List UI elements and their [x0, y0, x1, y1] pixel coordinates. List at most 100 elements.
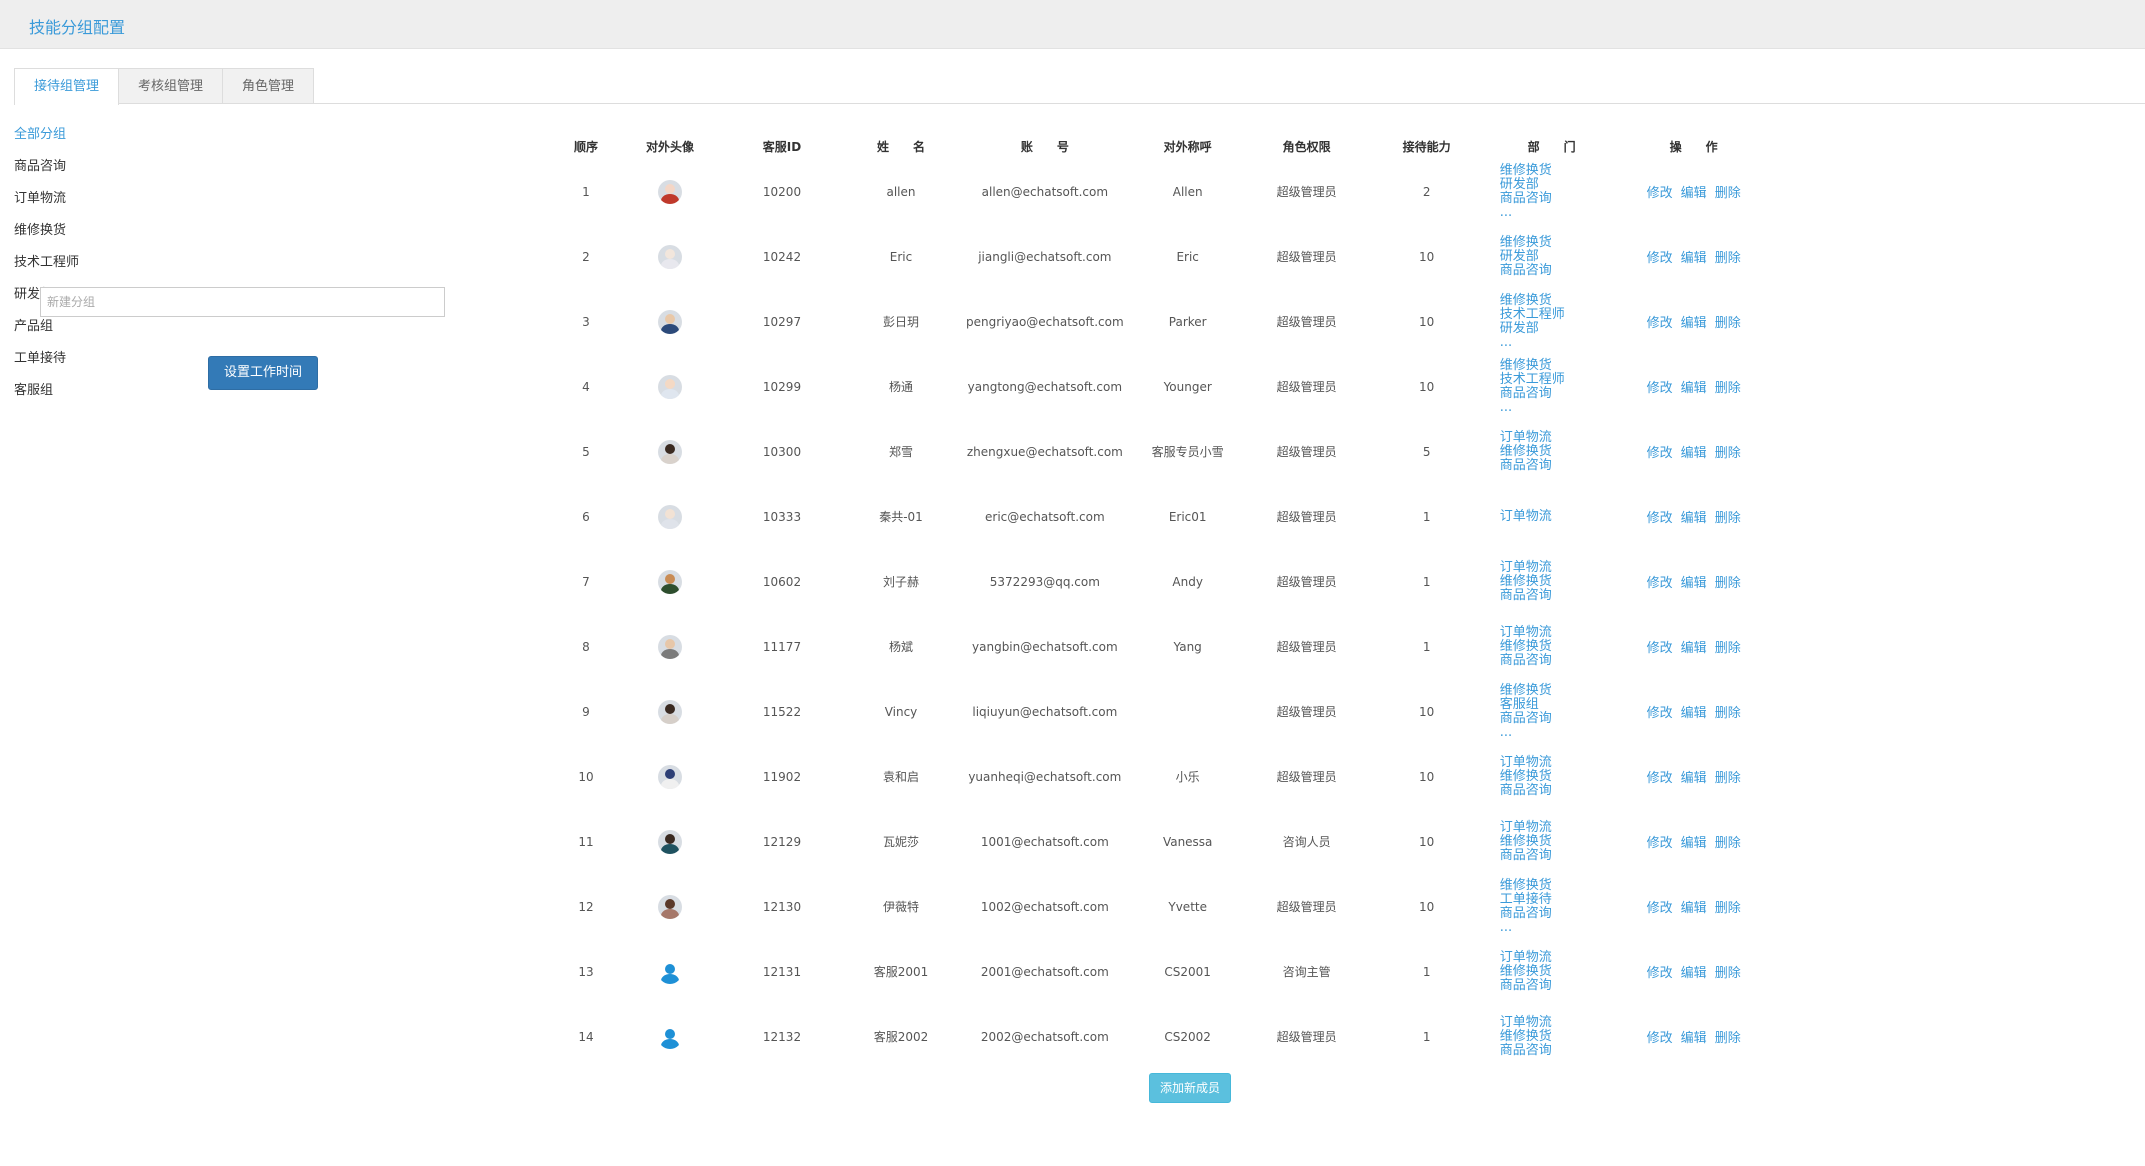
- dept-link[interactable]: 工单接待: [1500, 892, 1612, 907]
- modify-link[interactable]: 修改: [1647, 641, 1673, 656]
- dept-link[interactable]: 商品咨询: [1500, 263, 1612, 278]
- dept-link[interactable]: 客服组: [1500, 697, 1612, 712]
- edit-link[interactable]: 编辑: [1681, 901, 1707, 916]
- edit-link[interactable]: 编辑: [1681, 706, 1707, 721]
- delete-link[interactable]: 删除: [1715, 901, 1741, 916]
- edit-link[interactable]: 编辑: [1681, 316, 1707, 331]
- dept-link[interactable]: 技术工程师: [1500, 372, 1612, 387]
- modify-link[interactable]: 修改: [1647, 381, 1673, 396]
- dept-link[interactable]: 维修换货: [1500, 834, 1612, 849]
- edit-link[interactable]: 编辑: [1681, 836, 1707, 851]
- modify-link[interactable]: 修改: [1647, 316, 1673, 331]
- delete-link[interactable]: 删除: [1715, 511, 1741, 526]
- edit-link[interactable]: 编辑: [1681, 641, 1707, 656]
- delete-link[interactable]: 删除: [1715, 251, 1741, 266]
- delete-link[interactable]: 删除: [1715, 316, 1741, 331]
- dept-link[interactable]: 维修换货: [1500, 235, 1612, 250]
- dept-link[interactable]: 商品咨询: [1500, 653, 1612, 668]
- col-role: 角色权限: [1282, 139, 1331, 154]
- delete-link[interactable]: 删除: [1715, 706, 1741, 721]
- dept-link[interactable]: 维修换货: [1500, 964, 1612, 979]
- dept-link[interactable]: 维修换货: [1500, 769, 1612, 784]
- dept-link[interactable]: 商品咨询: [1500, 458, 1612, 473]
- dept-link[interactable]: 维修换货: [1500, 293, 1612, 308]
- delete-link[interactable]: 删除: [1715, 576, 1741, 591]
- modify-link[interactable]: 修改: [1647, 251, 1673, 266]
- sidebar-group-item[interactable]: 商品咨询: [14, 153, 474, 185]
- modify-link[interactable]: 修改: [1647, 966, 1673, 981]
- modify-link[interactable]: 修改: [1647, 836, 1673, 851]
- dept-link[interactable]: 技术工程师: [1500, 307, 1612, 322]
- sidebar-group-item[interactable]: 全部分组: [14, 121, 474, 153]
- dept-link[interactable]: 订单物流: [1500, 625, 1612, 640]
- dept-link[interactable]: 商品咨询: [1500, 191, 1612, 206]
- delete-link[interactable]: 删除: [1715, 966, 1741, 981]
- dept-link[interactable]: ...: [1500, 400, 1612, 415]
- tab-assessment-groups[interactable]: 考核组管理: [118, 68, 224, 104]
- dept-link[interactable]: 研发部: [1500, 249, 1612, 264]
- edit-link[interactable]: 编辑: [1681, 1031, 1707, 1046]
- edit-link[interactable]: 编辑: [1681, 446, 1707, 461]
- modify-link[interactable]: 修改: [1647, 186, 1673, 201]
- dept-link[interactable]: 商品咨询: [1500, 588, 1612, 603]
- tab-roles[interactable]: 角色管理: [222, 68, 315, 104]
- modify-link[interactable]: 修改: [1647, 576, 1673, 591]
- new-group-input[interactable]: [40, 287, 445, 317]
- dept-link[interactable]: 订单物流: [1500, 1015, 1612, 1030]
- edit-link[interactable]: 编辑: [1681, 381, 1707, 396]
- edit-link[interactable]: 编辑: [1681, 186, 1707, 201]
- edit-link[interactable]: 编辑: [1681, 966, 1707, 981]
- dept-link[interactable]: 订单物流: [1500, 430, 1612, 445]
- dept-link[interactable]: ...: [1500, 725, 1612, 740]
- dept-link[interactable]: 商品咨询: [1500, 848, 1612, 863]
- add-member-button[interactable]: 添加新成员: [1149, 1073, 1231, 1103]
- modify-link[interactable]: 修改: [1647, 901, 1673, 916]
- dept-link[interactable]: 商品咨询: [1500, 711, 1612, 726]
- delete-link[interactable]: 删除: [1715, 186, 1741, 201]
- tab-reception-groups[interactable]: 接待组管理: [14, 68, 120, 105]
- dept-link[interactable]: 研发部: [1500, 177, 1612, 192]
- delete-link[interactable]: 删除: [1715, 771, 1741, 786]
- dept-link[interactable]: 维修换货: [1500, 574, 1612, 589]
- dept-link[interactable]: 维修换货: [1500, 878, 1612, 893]
- edit-link[interactable]: 编辑: [1681, 511, 1707, 526]
- dept-link[interactable]: 研发部: [1500, 321, 1612, 336]
- dept-link[interactable]: 商品咨询: [1500, 1043, 1612, 1058]
- dept-link[interactable]: ...: [1500, 205, 1612, 220]
- sidebar-group-item[interactable]: 技术工程师: [14, 249, 474, 281]
- dept-link[interactable]: 订单物流: [1500, 820, 1612, 835]
- dept-link[interactable]: ...: [1500, 335, 1612, 350]
- modify-link[interactable]: 修改: [1647, 511, 1673, 526]
- dept-link[interactable]: 维修换货: [1500, 639, 1612, 654]
- dept-link[interactable]: 商品咨询: [1500, 783, 1612, 798]
- dept-link[interactable]: 订单物流: [1500, 560, 1612, 575]
- dept-link[interactable]: ...: [1500, 920, 1612, 935]
- dept-link[interactable]: 维修换货: [1500, 358, 1612, 373]
- dept-link[interactable]: 订单物流: [1500, 509, 1612, 524]
- dept-link[interactable]: 订单物流: [1500, 950, 1612, 965]
- modify-link[interactable]: 修改: [1647, 1031, 1673, 1046]
- dept-link[interactable]: 订单物流: [1500, 755, 1612, 770]
- modify-link[interactable]: 修改: [1647, 771, 1673, 786]
- dept-link[interactable]: 维修换货: [1500, 444, 1612, 459]
- modify-link[interactable]: 修改: [1647, 706, 1673, 721]
- sidebar-group-item[interactable]: 订单物流: [14, 185, 474, 217]
- dept-link[interactable]: 商品咨询: [1500, 906, 1612, 921]
- delete-link[interactable]: 删除: [1715, 381, 1741, 396]
- edit-link[interactable]: 编辑: [1681, 576, 1707, 591]
- delete-link[interactable]: 删除: [1715, 641, 1741, 656]
- dept-link[interactable]: 维修换货: [1500, 1029, 1612, 1044]
- sidebar-group-item[interactable]: 维修换货: [14, 217, 474, 249]
- edit-link[interactable]: 编辑: [1681, 251, 1707, 266]
- dept-link[interactable]: 维修换货: [1500, 683, 1612, 698]
- modify-link[interactable]: 修改: [1647, 446, 1673, 461]
- dept-link[interactable]: 维修换货: [1500, 163, 1612, 178]
- dept-link[interactable]: 商品咨询: [1500, 386, 1612, 401]
- delete-link[interactable]: 删除: [1715, 446, 1741, 461]
- edit-link[interactable]: 编辑: [1681, 771, 1707, 786]
- set-worktime-button[interactable]: 设置工作时间: [208, 356, 318, 390]
- dept-link[interactable]: 商品咨询: [1500, 978, 1612, 993]
- sidebar-group-item[interactable]: 产品组: [14, 313, 474, 345]
- delete-link[interactable]: 删除: [1715, 1031, 1741, 1046]
- delete-link[interactable]: 删除: [1715, 836, 1741, 851]
